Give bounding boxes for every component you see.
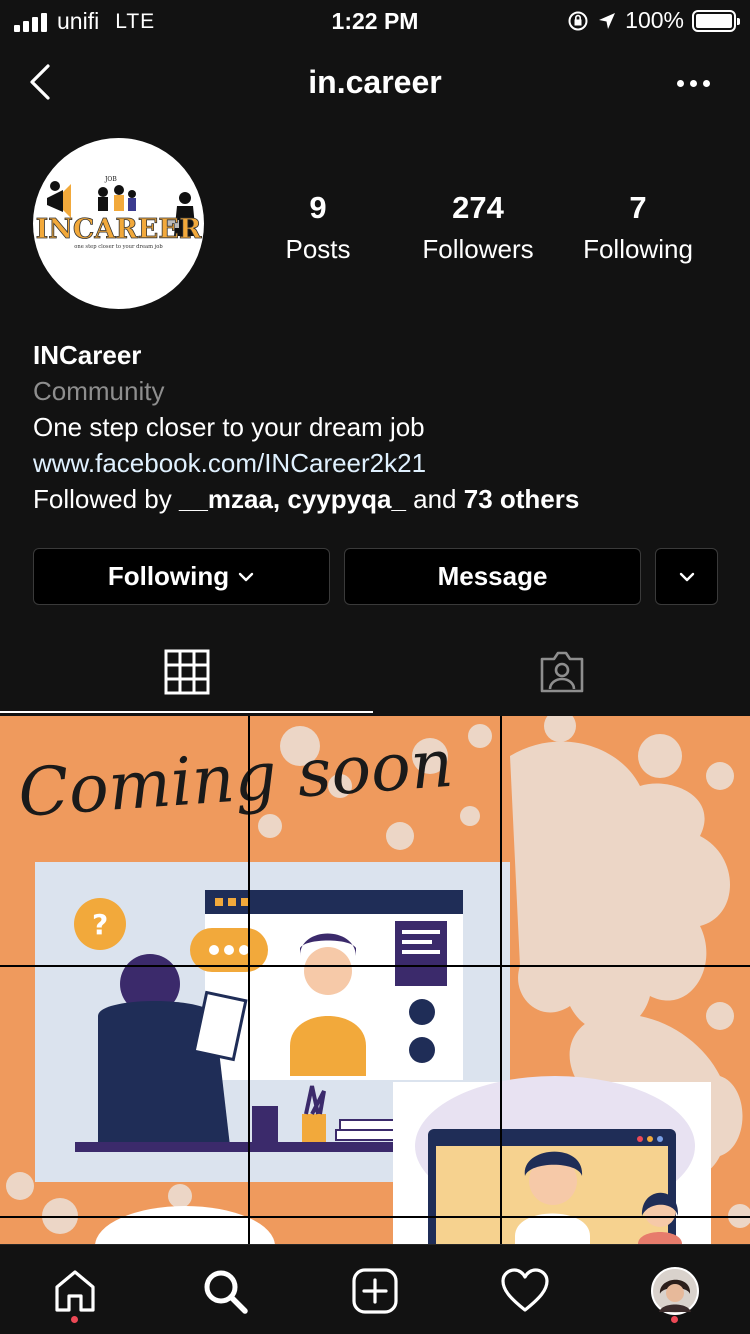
posts-label: Posts [285,234,351,264]
grid-divider [0,965,750,967]
followed-by-and: and [405,484,464,514]
activity-tab[interactable] [497,1263,553,1319]
status-bar: unifi LTE 1:22 PM 100% [0,0,750,40]
question-mark-icon: ? [92,908,108,941]
search-tab[interactable] [197,1263,253,1319]
incareer-logo: JOB INCAREER one step closer to your dre… [35,176,202,250]
bio-link[interactable]: www.facebook.com/INCareer2k21 [33,448,723,484]
following-count: 7 [629,190,647,225]
bottom-navigation [0,1244,750,1334]
profile-picture[interactable]: JOB INCAREER one step closer to your dre… [33,138,204,309]
followers-count: 274 [452,190,504,225]
grid-divider [0,1216,750,1218]
more-options-button[interactable] [677,80,710,87]
home-icon [55,1270,95,1312]
orientation-lock-icon [568,11,588,30]
profile-name: INCareer [33,340,142,370]
tab-tagged[interactable] [375,630,748,714]
home-tab[interactable] [47,1263,103,1319]
profile-avatar [651,1267,699,1315]
profile-tabs [0,630,750,714]
message-button[interactable]: Message [344,548,641,605]
followers-stat[interactable]: 274 Followers [398,190,558,265]
more-dot [677,80,684,87]
battery-fill [696,13,732,28]
coming-soon-post[interactable]: Coming soon ? [0,716,750,1244]
posts-stat[interactable]: 9 Posts [238,190,398,265]
more-dot [703,80,710,87]
battery-icon [692,9,740,32]
home-notification-dot [71,1316,78,1323]
suggested-accounts-button[interactable] [655,548,718,605]
posts-count: 9 [309,190,327,225]
followed-by[interactable]: Followed by __mzaa, cyypyqa_ and 73 othe… [33,484,723,520]
profile-screen: unifi LTE 1:22 PM 100% in.career JOB INC… [0,0,750,1334]
following-stat[interactable]: 7 Following [558,190,718,265]
profile-username: in.career [308,64,442,100]
followers-label: Followers [422,234,534,264]
profile-notification-dot [671,1316,678,1323]
heart-icon [501,1268,549,1312]
status-right: 100% [567,7,740,34]
logo-badge: JOB [104,176,117,183]
profile-tab[interactable] [647,1263,703,1319]
new-post-tab[interactable] [347,1263,403,1319]
chevron-down-icon [238,572,254,581]
location-arrow-icon [599,12,616,29]
tab-grid[interactable] [0,630,373,714]
followed-by-users: __mzaa, cyypyqa_ [178,484,406,514]
logo-tagline: one step closer to your dream job [74,244,163,250]
followed-by-prefix: Followed by [33,484,179,514]
following-label: Following [583,234,693,264]
following-button-label: Following [107,561,230,591]
search-icon [204,1270,248,1314]
active-tab-indicator [0,711,373,713]
profile-category[interactable]: Community [33,376,723,412]
chevron-down-icon [679,572,694,581]
message-button-label: Message [437,561,548,591]
grid-divider [248,716,250,1244]
battery-percent: 100% [625,7,684,33]
post-grid[interactable]: Coming soon ? [0,716,750,1244]
grid-divider [500,716,502,1244]
following-button[interactable]: Following [33,548,330,605]
more-dot [690,80,697,87]
logo-wordmark: INCAREER [36,214,202,245]
add-post-icon [352,1268,398,1314]
followed-by-others: 73 others [463,484,580,514]
grid-icon [164,649,209,695]
bio-text: One step closer to your dream job [33,412,425,442]
tagged-person-icon [540,651,583,693]
profile-bio: INCareer Community One step closer to yo… [33,340,723,520]
